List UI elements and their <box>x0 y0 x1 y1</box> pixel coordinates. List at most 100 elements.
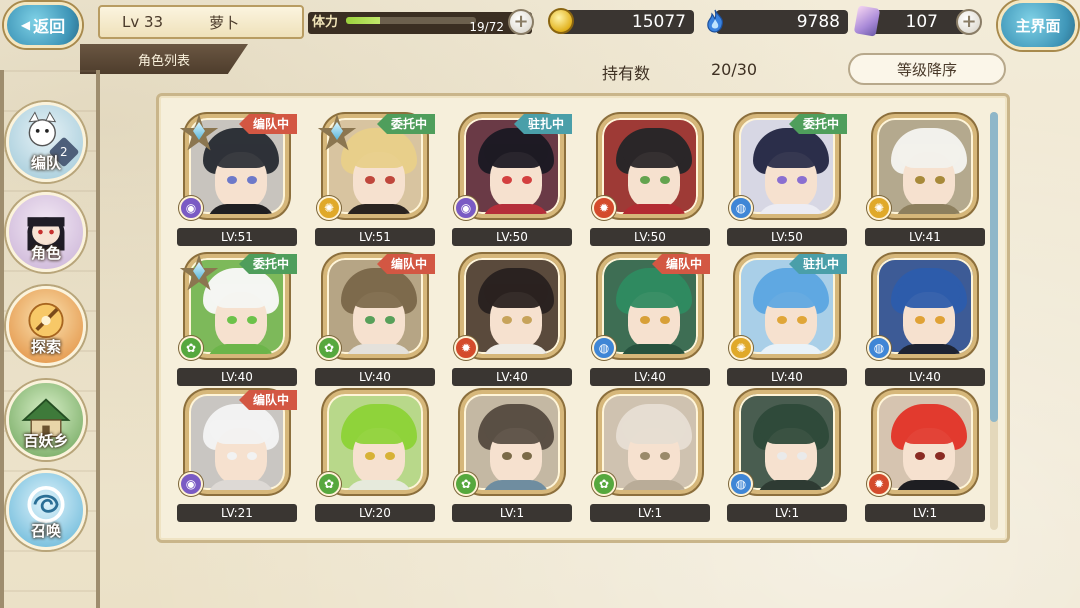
character-level: LV:1 <box>865 504 985 522</box>
character-card[interactable]: ◍ LV:1 <box>727 388 847 522</box>
red-element-icon: ✹ <box>867 472 891 496</box>
character-level: LV:40 <box>452 368 572 386</box>
page-title: 角色列表 <box>80 44 248 74</box>
character-level: LV:20 <box>315 504 435 522</box>
status-badge: 驻扎中 <box>788 254 847 274</box>
character-card[interactable]: ✿ LV:20 <box>315 388 435 522</box>
character-card[interactable]: ✹ LV:50 <box>590 112 710 246</box>
green-element-icon: ✿ <box>317 472 341 496</box>
stamina-bar: 体力 19/72 <box>308 10 532 36</box>
purple-element-icon: ◉ <box>179 472 203 496</box>
character-level: LV:40 <box>177 368 297 386</box>
character-level: LV:1 <box>727 504 847 522</box>
character-level: LV:50 <box>452 228 572 246</box>
character-card[interactable]: ✺ LV:41 <box>865 112 985 246</box>
character-card[interactable]: ✹ LV:40 <box>452 252 572 386</box>
blue-element-icon: ◍ <box>729 472 753 496</box>
character-card[interactable]: 编队中 ◍ LV:40 <box>590 252 710 386</box>
character-card[interactable]: 委托中 ✺ LV:51 <box>315 112 435 246</box>
list-scrollbar[interactable] <box>990 112 998 530</box>
character-level: LV:50 <box>727 228 847 246</box>
character-card[interactable]: 编队中 ◉ LV:51 <box>177 112 297 246</box>
character-card[interactable]: ◍ LV:40 <box>865 252 985 386</box>
blue-element-icon: ◍ <box>592 336 616 360</box>
green-element-icon: ✿ <box>179 336 203 360</box>
status-badge: 委托中 <box>376 114 435 134</box>
character-card[interactable]: 驻扎中 ✺ LV:40 <box>727 252 847 386</box>
character-level: LV:1 <box>590 504 710 522</box>
add-stamina-button[interactable]: + <box>508 9 534 35</box>
sidebar-item-characters[interactable]: 角色 <box>6 192 86 272</box>
character-card[interactable]: 编队中 ◉ LV:21 <box>177 388 297 522</box>
character-level: LV:51 <box>177 228 297 246</box>
gem-counter: 107 <box>868 10 966 34</box>
character-card[interactable]: ✿ LV:1 <box>452 388 572 522</box>
character-card[interactable]: 编队中 ✿ LV:40 <box>315 252 435 386</box>
green-element-icon: ✿ <box>454 472 478 496</box>
soul-value: 9788 <box>796 12 840 32</box>
stamina-value: 19/72 <box>469 20 504 34</box>
character-level: LV:41 <box>865 228 985 246</box>
character-card[interactable]: 驻扎中 ◉ LV:50 <box>452 112 572 246</box>
character-level: LV:1 <box>452 504 572 522</box>
gold-element-icon: ✺ <box>729 336 753 360</box>
sidebar-item-explore[interactable]: 探索 <box>6 286 86 366</box>
character-level: LV:21 <box>177 504 297 522</box>
gold-value: 15077 <box>631 12 686 32</box>
gem-value: 107 <box>905 12 938 32</box>
status-badge: 编队中 <box>651 254 710 274</box>
character-card[interactable]: 委托中 ✿ LV:40 <box>177 252 297 386</box>
gold-counter: 15077 <box>560 10 694 34</box>
status-badge: 驻扎中 <box>513 114 572 134</box>
purple-element-icon: ◉ <box>454 196 478 220</box>
status-badge: 编队中 <box>238 114 297 134</box>
gold-element-icon: ✺ <box>867 196 891 220</box>
player-level-plate: Lv 33 萝卜 <box>98 5 304 39</box>
blue-element-icon: ◍ <box>867 336 891 360</box>
plus-icon: + <box>513 11 529 32</box>
soul-counter: 9788 <box>716 10 848 34</box>
add-gem-button[interactable]: + <box>956 9 982 35</box>
green-element-icon: ✿ <box>317 336 341 360</box>
character-card[interactable]: ✿ LV:1 <box>590 388 710 522</box>
stamina-label: 体力 <box>308 12 343 34</box>
purple-element-icon: ◉ <box>179 196 203 220</box>
owned-count-label: 持有数 <box>602 64 651 83</box>
character-level: LV:40 <box>315 368 435 386</box>
character-level: LV:40 <box>865 368 985 386</box>
character-card[interactable]: ✹ LV:1 <box>865 388 985 522</box>
plus-icon: + <box>961 11 977 32</box>
sidebar-item-label: 召唤 <box>30 522 61 540</box>
sidebar-item-summon[interactable]: 召唤 <box>6 470 86 550</box>
green-element-icon: ✿ <box>592 472 616 496</box>
status-badge: 委托中 <box>788 114 847 134</box>
player-name: 萝卜 <box>209 13 240 32</box>
character-level: LV:40 <box>590 368 710 386</box>
home-button[interactable]: 主界面 <box>998 0 1078 50</box>
sidebar-item-village[interactable]: 百妖乡 <box>6 380 86 460</box>
blue-flame-icon <box>702 8 728 34</box>
red-element-icon: ✹ <box>592 196 616 220</box>
back-button[interactable]: ◀ 返回 <box>4 2 82 48</box>
owned-count-value: 20/30 <box>711 60 758 79</box>
character-level: LV:40 <box>727 368 847 386</box>
sidebar-item-label: 探索 <box>30 338 61 356</box>
back-arrow-icon: ◀ <box>20 18 31 32</box>
character-level: LV:50 <box>590 228 710 246</box>
sidebar-item-team[interactable]: 2 编队 <box>6 102 86 182</box>
gold-element-icon: ✺ <box>317 196 341 220</box>
blue-element-icon: ◍ <box>729 196 753 220</box>
status-badge: 编队中 <box>238 390 297 410</box>
character-card[interactable]: 委托中 ◍ LV:50 <box>727 112 847 246</box>
red-element-icon: ✹ <box>454 336 478 360</box>
player-level: Lv 33 <box>122 13 164 31</box>
sidebar-item-label: 角色 <box>30 244 61 262</box>
stamina-fill <box>346 17 381 24</box>
sidebar-item-label: 编队 <box>30 154 61 172</box>
status-badge: 编队中 <box>376 254 435 274</box>
scrollbar-thumb[interactable] <box>990 112 998 422</box>
gold-coin-icon <box>548 8 574 34</box>
sort-level-desc-button[interactable]: 等级降序 <box>848 53 1006 85</box>
back-label: 返回 <box>33 17 66 36</box>
stamina-track: 19/72 <box>342 12 532 34</box>
